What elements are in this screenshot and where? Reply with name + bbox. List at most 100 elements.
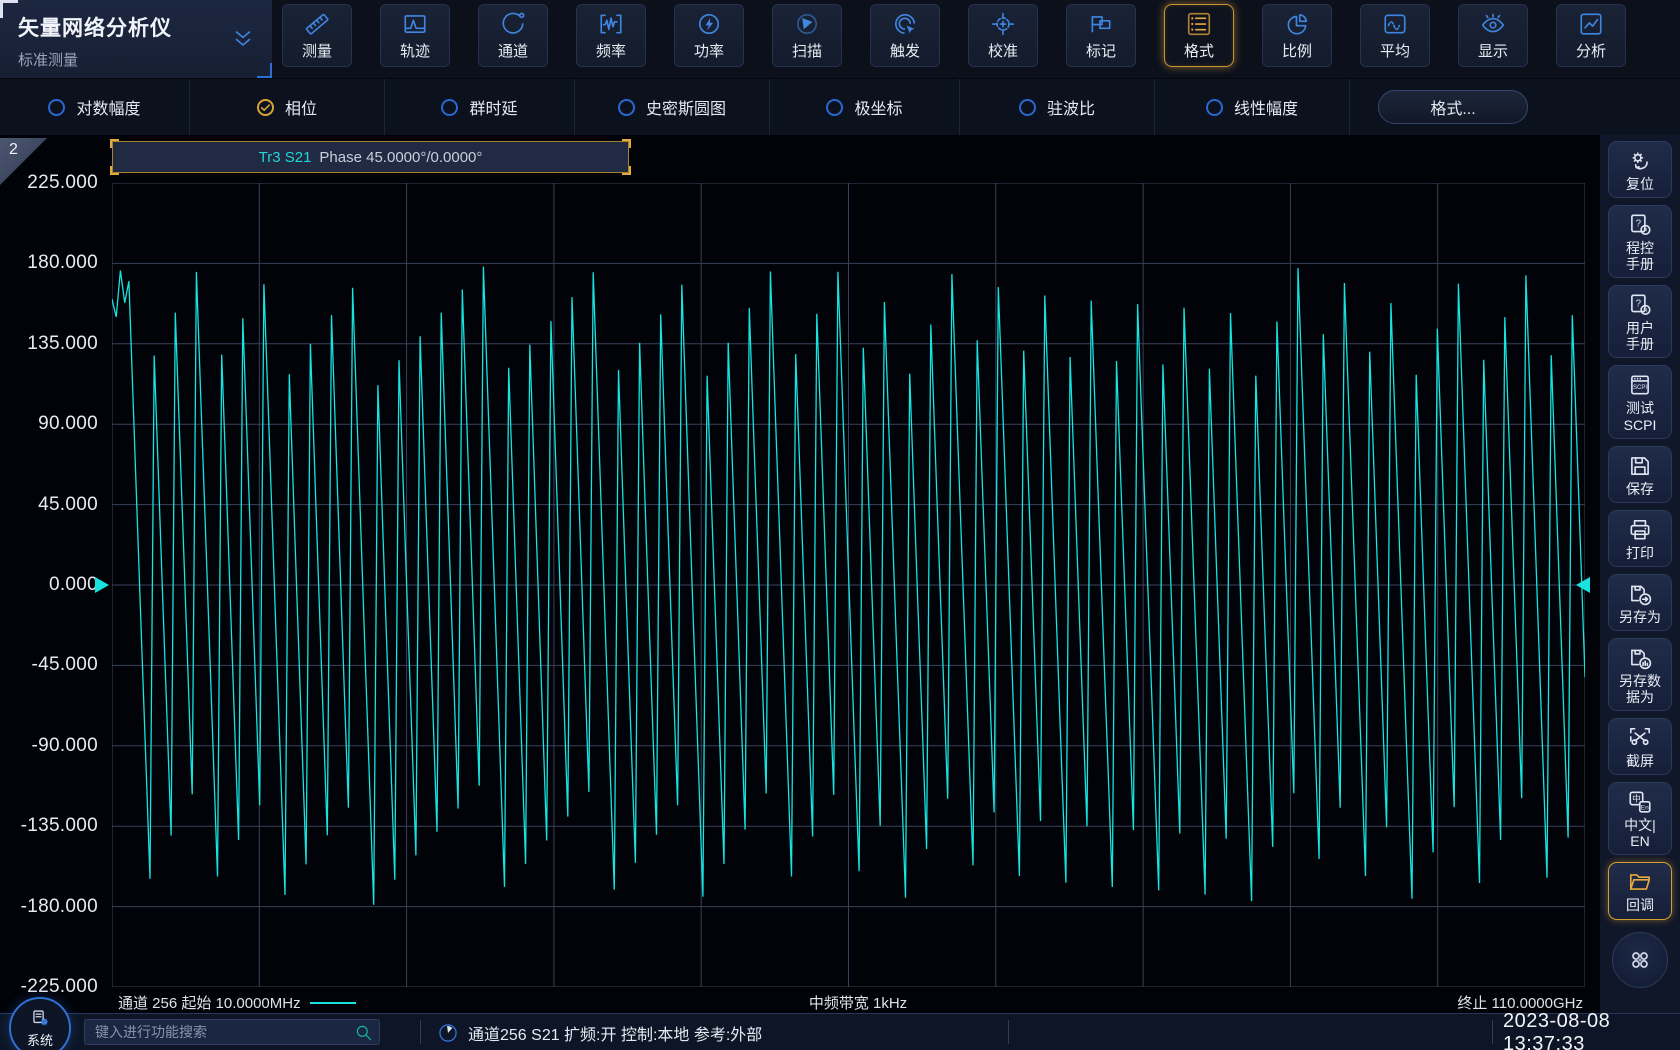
- clock: 2023-08-08 13:37:33: [1503, 1014, 1680, 1050]
- sidebar-button-label: 回调: [1626, 897, 1654, 913]
- save-as-icon: [1627, 581, 1653, 607]
- toolbar-button-label: 扫描: [792, 40, 822, 61]
- svg-text:H: H: [1643, 309, 1647, 315]
- format-option-label: 史密斯圆图: [646, 95, 726, 119]
- format-option-group-delay[interactable]: 群时延: [385, 79, 575, 135]
- toolbar-button-frequency[interactable]: 频率: [576, 4, 646, 67]
- trace-name: Tr3 S21: [259, 149, 312, 166]
- plot-grid: [112, 183, 1585, 987]
- format-option-row: 对数幅度 相位 群时延 史密斯圆图 极坐标 驻波比 线性幅度 格式...: [0, 78, 1680, 135]
- toolbar-button-label: 触发: [890, 40, 920, 61]
- svg-text:SCPI: SCPI: [1633, 385, 1647, 391]
- y-axis-tick: 0.000: [49, 574, 98, 596]
- y-axis-tick: -90.000: [31, 735, 98, 757]
- format-option-log-magnitude[interactable]: 对数幅度: [0, 79, 190, 135]
- ruler-icon: [304, 11, 330, 37]
- toolbar-button-scale[interactable]: 比例: [1262, 4, 1332, 67]
- ref-level-marker-left[interactable]: [95, 577, 109, 593]
- toolbar-button-power[interactable]: 功率: [674, 4, 744, 67]
- toolbar-button-measure[interactable]: 测量: [282, 4, 352, 67]
- app-title: 矢量网络分析仪: [18, 12, 256, 42]
- sidebar-button-print[interactable]: 打印: [1608, 510, 1672, 567]
- toolbar-button-label: 功率: [694, 40, 724, 61]
- sidebar-button-label: 截屏: [1626, 753, 1654, 769]
- sidebar-button-user-manual[interactable]: ?H用户 手册: [1608, 285, 1672, 358]
- toolbar-button-calibration[interactable]: 校准: [968, 4, 1038, 67]
- app-title-block[interactable]: 矢量网络分析仪 标准测量: [0, 0, 272, 78]
- recall-folder-icon: [1627, 869, 1653, 895]
- toolbar-button-trace[interactable]: 轨迹: [380, 4, 450, 67]
- nav-flower-button[interactable]: [1612, 932, 1668, 988]
- if-bandwidth-label: 中频带宽 1kHz: [809, 992, 907, 1013]
- format-more-button[interactable]: 格式...: [1378, 90, 1528, 124]
- right-sidebar: 复位?P程控 手册?H用户 手册SCPI测试 SCPI保存打印另存为另存数 据为…: [1600, 135, 1680, 1013]
- sidebar-button-screenshot[interactable]: 截屏: [1608, 718, 1672, 775]
- sidebar-button-prog-manual[interactable]: ?P程控 手册: [1608, 205, 1672, 278]
- toolbar-button-label: 比例: [1282, 40, 1312, 61]
- taskbar-divider: [420, 1020, 421, 1044]
- radio-button-icon: [826, 99, 843, 116]
- toolbar-button-label: 显示: [1478, 40, 1508, 61]
- frequency-icon: [598, 11, 624, 37]
- toolbar-button-average[interactable]: 平均: [1360, 4, 1430, 67]
- sidebar-button-label: 另存为: [1619, 609, 1661, 625]
- sidebar-button-save-data-as[interactable]: 另存数 据为: [1608, 638, 1672, 711]
- toolbar-button-label: 测量: [302, 40, 332, 61]
- search-input[interactable]: [85, 1020, 379, 1044]
- y-axis-tick: 135.000: [27, 333, 98, 355]
- sidebar-button-save[interactable]: 保存: [1608, 446, 1672, 503]
- sidebar-button-recall[interactable]: 回调: [1608, 862, 1672, 919]
- trigger-icon: [892, 11, 918, 37]
- format-option-smith-chart[interactable]: 史密斯圆图: [575, 79, 770, 135]
- sidebar-button-test-scpi[interactable]: SCPI测试 SCPI: [1608, 365, 1672, 438]
- top-toolbar: 矢量网络分析仪 标准测量 测量 轨迹 通道频率 功率 扫描 触发 校准标记格式比例 平均显示 分…: [0, 0, 1680, 78]
- format-option-polar[interactable]: 极坐标: [770, 79, 960, 135]
- toolbar-button-marker[interactable]: 标记: [1066, 4, 1136, 67]
- radio-button-icon: [1019, 99, 1036, 116]
- channel-status-text: 通道256 S21 扩频:开 控制:本地 参考:外部: [468, 1021, 762, 1045]
- sidebar-button-label: 另存数 据为: [1619, 673, 1661, 705]
- toolbar-button-label: 轨迹: [400, 40, 430, 61]
- trace-header[interactable]: Tr3 S21 Phase 45.0000°/0.0000°: [112, 141, 629, 173]
- radio-button-icon: [48, 99, 65, 116]
- sidebar-button-reset[interactable]: 复位: [1608, 141, 1672, 198]
- format-option-linear-magnitude[interactable]: 线性幅度: [1155, 79, 1350, 135]
- toolbar-button-format[interactable]: 格式: [1164, 4, 1234, 67]
- toolbar-button-sweep[interactable]: 扫描: [772, 4, 842, 67]
- sweep-knob-icon: [437, 1022, 459, 1044]
- vna-application: 矢量网络分析仪 标准测量 测量 轨迹 通道频率 功率 扫描 触发 校准标记格式比例 平均显示 分…: [0, 0, 1680, 1050]
- system-button[interactable]: 系统: [9, 997, 71, 1050]
- toolbar-button-trigger[interactable]: 触发: [870, 4, 940, 67]
- check-icon: [259, 101, 272, 114]
- chevron-double-down-icon[interactable]: [230, 26, 256, 52]
- channel-start-info: 通道 256 起始 10.0000MHz: [118, 992, 356, 1013]
- format-list-icon: [1186, 11, 1212, 37]
- format-option-label: 驻波比: [1047, 95, 1095, 119]
- sidebar-button-language[interactable]: 中En中文| EN: [1608, 782, 1672, 855]
- sidebar-button-save-as[interactable]: 另存为: [1608, 574, 1672, 631]
- format-option-label: 线性幅度: [1234, 95, 1298, 119]
- format-option-label: 相位: [285, 95, 317, 119]
- plot-grid-area: [112, 183, 1585, 987]
- format-option-phase[interactable]: 相位: [190, 79, 385, 135]
- taskbar: 系统 通道256 S21 扩频:开 控制:本地 参考:外部 2023-08-08…: [0, 1013, 1680, 1050]
- format-option-swr[interactable]: 驻波比: [960, 79, 1155, 135]
- corner-tick: [622, 166, 631, 175]
- format-more-cell: 格式...: [1350, 79, 1680, 135]
- toolbar-button-label: 分析: [1576, 40, 1606, 61]
- sidebar-button-label: 保存: [1626, 481, 1654, 497]
- svg-text:P: P: [1643, 228, 1647, 234]
- sidebar-button-label: 用户 手册: [1626, 320, 1654, 352]
- toolbar-button-display[interactable]: 显示: [1458, 4, 1528, 67]
- toolbar-button-channel[interactable]: 通道: [478, 4, 548, 67]
- toolbar-button-analysis[interactable]: 分析: [1556, 4, 1626, 67]
- ref-level-marker-right[interactable]: [1576, 577, 1590, 593]
- toolbar-buttons: 测量 轨迹 通道频率 功率 扫描 触发 校准标记格式比例 平均显示 分析: [282, 4, 1626, 67]
- y-axis-tick: -180.000: [21, 896, 98, 918]
- y-axis-tick: 180.000: [27, 252, 98, 274]
- toolbar-button-label: 频率: [596, 40, 626, 61]
- radio-button-icon: [618, 99, 635, 116]
- svg-text:En: En: [1641, 805, 1649, 812]
- search-icon[interactable]: [354, 1023, 373, 1042]
- power-icon: [696, 11, 722, 37]
